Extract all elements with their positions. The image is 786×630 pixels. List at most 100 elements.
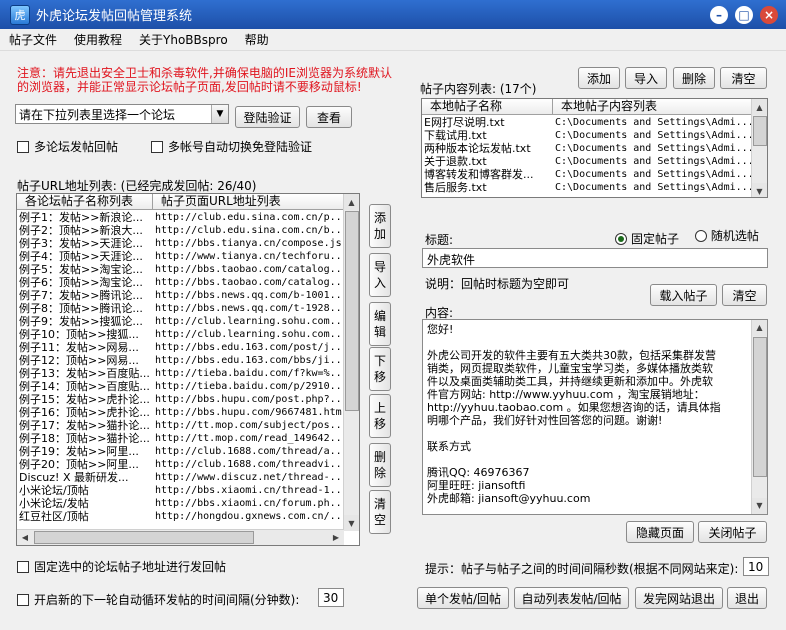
scroll-down-icon[interactable]: ▼ [752, 498, 767, 514]
scroll-thumb[interactable] [753, 337, 767, 477]
table-row[interactable]: 例子17：发帖>>猫扑论... http://tt.mop.com/subject… [17, 419, 359, 432]
url-list-col-name[interactable]: 各论坛帖子名称列表 [17, 194, 153, 209]
table-row[interactable]: 例子19：发帖>>阿里... http://club.1688.com/threa… [17, 445, 359, 458]
url-import-button[interactable]: 导入 [369, 253, 391, 297]
table-row[interactable]: 博客转发和博客群发... C:\Documents and Settings\Ad… [422, 168, 767, 181]
table-row[interactable]: 售后服务.txt C:\Documents and Settings\Admi..… [422, 181, 767, 194]
table-row[interactable]: 小米论坛/发帖 http://bbs.xiaomi.cn/forum.ph... [17, 497, 359, 510]
table-row[interactable]: 例子1：发帖>>新浪论... http://club.edu.sina.com.c… [17, 211, 359, 224]
auto-loop-input[interactable]: 30 [318, 588, 344, 607]
finish-exit-button[interactable]: 发完网站退出 [635, 587, 723, 609]
hide-page-button[interactable]: 隐藏页面 [626, 521, 694, 543]
url-delete-button[interactable]: 删除 [369, 443, 391, 487]
login-verify-button[interactable]: 登陆验证 [235, 106, 300, 128]
clear-post-button[interactable]: 清空 [722, 284, 767, 306]
table-row[interactable]: 例子3：发帖>>天涯论... http://bbs.tianya.cn/compo… [17, 237, 359, 250]
table-row[interactable]: 例子18：顶帖>>猫扑论... http://tt.mop.com/read_14… [17, 432, 359, 445]
table-row[interactable]: 下载试用.txt C:\Documents and Settings\Admi..… [422, 129, 767, 142]
minimize-icon[interactable]: – [710, 5, 728, 24]
checkbox-box[interactable] [17, 140, 29, 153]
table-row[interactable]: 例子10：顶帖>>搜狐... http://club.learning.sohu.… [17, 328, 359, 341]
scroll-up-icon[interactable]: ▲ [344, 194, 359, 210]
table-row[interactable]: 例子9：发帖>>搜狐论... http://club.learning.sohu.… [17, 315, 359, 328]
content-add-button[interactable]: 添加 [578, 67, 620, 89]
content-list-col-path[interactable]: 本地帖子内容列表 [553, 99, 752, 114]
scroll-up-icon[interactable]: ▲ [752, 99, 767, 115]
url-list[interactable]: 各论坛帖子名称列表 帖子页面URL地址列表 例子1：发帖>>新浪论... http… [16, 193, 360, 546]
multi-forum-checkbox[interactable]: 多论坛发帖回帖 [17, 138, 118, 155]
content-clear-button[interactable]: 清空 [720, 67, 767, 89]
close-icon[interactable]: × [760, 5, 778, 24]
table-row[interactable]: 例子15：发帖>>虎扑论... http://bbs.hupu.com/post.… [17, 393, 359, 406]
content-list-vscrollbar[interactable]: ▲ ▼ [751, 99, 767, 197]
url-list-hscrollbar[interactable]: ◀ ▶ [17, 529, 344, 545]
url-move-up-button[interactable]: 上移 [369, 394, 391, 438]
table-row[interactable]: 例子13：发帖>>百度贴... http://tieba.baidu.com/f?… [17, 367, 359, 380]
table-row[interactable]: 两种版本论坛发帖.txt C:\Documents and Settings\Ad… [422, 142, 767, 155]
table-row[interactable]: 例子11：发帖>>网易... http://bbs.edu.163.com/pos… [17, 341, 359, 354]
checkbox-box[interactable] [151, 140, 163, 153]
url-clear-button[interactable]: 清空 [369, 490, 391, 534]
chevron-down-icon[interactable]: ▼ [211, 105, 228, 123]
exit-button[interactable]: 退出 [727, 587, 767, 609]
table-row[interactable]: 例子4：顶帖>>天涯论... http://www.tianya.cn/techf… [17, 250, 359, 263]
menu-file[interactable]: 帖子文件 [0, 31, 65, 48]
table-row[interactable]: 例子8：顶帖>>腾讯论... http://bbs.news.qq.com/t-1… [17, 302, 359, 315]
table-row[interactable]: 例子5：发帖>>淘宝论... http://bbs.taobao.com/cata… [17, 263, 359, 276]
load-post-button[interactable]: 载入帖子 [650, 284, 717, 306]
multi-account-checkbox[interactable]: 多帐号自动切换免登陆验证 [151, 138, 312, 155]
table-row[interactable]: 关于退款.txt C:\Documents and Settings\Admi..… [422, 155, 767, 168]
checkbox-box[interactable] [17, 593, 29, 606]
url-edit-button[interactable]: 编辑 [369, 302, 391, 346]
post-note: 说明：回帖时标题为空即可 [425, 277, 570, 291]
table-row[interactable]: 红豆社区/顶帖 http://hongdou.gxnews.com.cn/... [17, 510, 359, 523]
scroll-down-icon[interactable]: ▼ [344, 515, 359, 531]
auto-list-post-button[interactable]: 自动列表发帖/回帖 [514, 587, 629, 609]
maximize-icon[interactable]: □ [735, 5, 753, 24]
scroll-down-icon[interactable]: ▼ [752, 183, 767, 197]
scroll-left-icon[interactable]: ◀ [17, 530, 33, 545]
forum-select[interactable]: 请在下拉列表里选择一个论坛 ▼ [15, 104, 229, 124]
content-row-path: C:\Documents and Settings\Admi... [555, 156, 752, 167]
post-title-input[interactable]: 外虎软件 [422, 248, 768, 268]
table-row[interactable]: 例子16：顶帖>>虎扑论... http://bbs.hupu.com/96674… [17, 406, 359, 419]
url-add-button[interactable]: 添加 [369, 204, 391, 248]
table-row[interactable]: 例子12：顶帖>>网易... http://bbs.edu.163.com/bbs… [17, 354, 359, 367]
radio-random-post[interactable]: 随机选帖 [694, 227, 759, 244]
scroll-right-icon[interactable]: ▶ [328, 530, 344, 545]
radio-fixed-post[interactable]: 固定帖子 [615, 230, 679, 247]
interval-input[interactable]: 10 [743, 557, 769, 576]
scroll-up-icon[interactable]: ▲ [752, 320, 767, 336]
fixed-url-checkbox[interactable]: 固定选中的论坛帖子地址进行发回帖 [17, 558, 226, 575]
single-post-button[interactable]: 单个发帖/回帖 [417, 587, 509, 609]
view-button[interactable]: 查看 [306, 106, 352, 128]
table-row[interactable]: Discuz! X 最新研发... http://www.discuz.net/t… [17, 471, 359, 484]
table-row[interactable]: 小米论坛/顶帖 http://bbs.xiaomi.cn/thread-1... [17, 484, 359, 497]
content-import-button[interactable]: 导入 [625, 67, 667, 89]
checkbox-box[interactable] [17, 560, 29, 573]
url-list-col-url[interactable]: 帖子页面URL地址列表 [153, 194, 344, 209]
table-row[interactable]: 例子6：顶帖>>淘宝论... http://bbs.taobao.com/cata… [17, 276, 359, 289]
table-row[interactable]: 例子14：顶帖>>百度贴... http://tieba.baidu.com/p/… [17, 380, 359, 393]
scroll-thumb[interactable] [34, 531, 254, 544]
content-list-col-name[interactable]: 本地帖子名称 [422, 99, 553, 114]
radio-dot[interactable] [694, 229, 707, 242]
content-textarea-vscrollbar[interactable]: ▲ ▼ [751, 320, 767, 514]
content-delete-button[interactable]: 删除 [673, 67, 715, 89]
table-row[interactable]: 例子20：顶帖>>阿里... http://club.1688.com/threa… [17, 458, 359, 471]
scroll-thumb[interactable] [753, 116, 767, 146]
menu-help[interactable]: 帮助 [236, 31, 277, 48]
post-content-textarea[interactable]: 您好! 外虎公司开发的软件主要有五大类共30款，包括采集群发营 销类，网页提取类软件… [422, 319, 768, 515]
table-row[interactable]: E网打尽说明.txt C:\Documents and Settings\Admi… [422, 116, 767, 129]
radio-dot[interactable] [615, 232, 627, 245]
content-list[interactable]: 本地帖子名称 本地帖子内容列表 E网打尽说明.txt C:\Documents a… [421, 98, 768, 198]
table-row[interactable]: 例子7：发帖>>腾讯论... http://bbs.news.qq.com/b-1… [17, 289, 359, 302]
url-list-vscrollbar[interactable]: ▲ ▼ [343, 194, 359, 531]
menu-about[interactable]: 关于YhoBBspro [130, 31, 236, 48]
close-post-button[interactable]: 关闭帖子 [698, 521, 767, 543]
table-row[interactable]: 例子2：顶帖>>新浪大... http://club.edu.sina.com.c… [17, 224, 359, 237]
menu-tutorial[interactable]: 使用教程 [65, 31, 130, 48]
url-move-down-button[interactable]: 下移 [369, 347, 391, 391]
scroll-thumb[interactable] [345, 211, 359, 411]
auto-loop-checkbox[interactable]: 开启新的下一轮自动循环发帖的时间间隔(分钟数): [17, 591, 299, 608]
